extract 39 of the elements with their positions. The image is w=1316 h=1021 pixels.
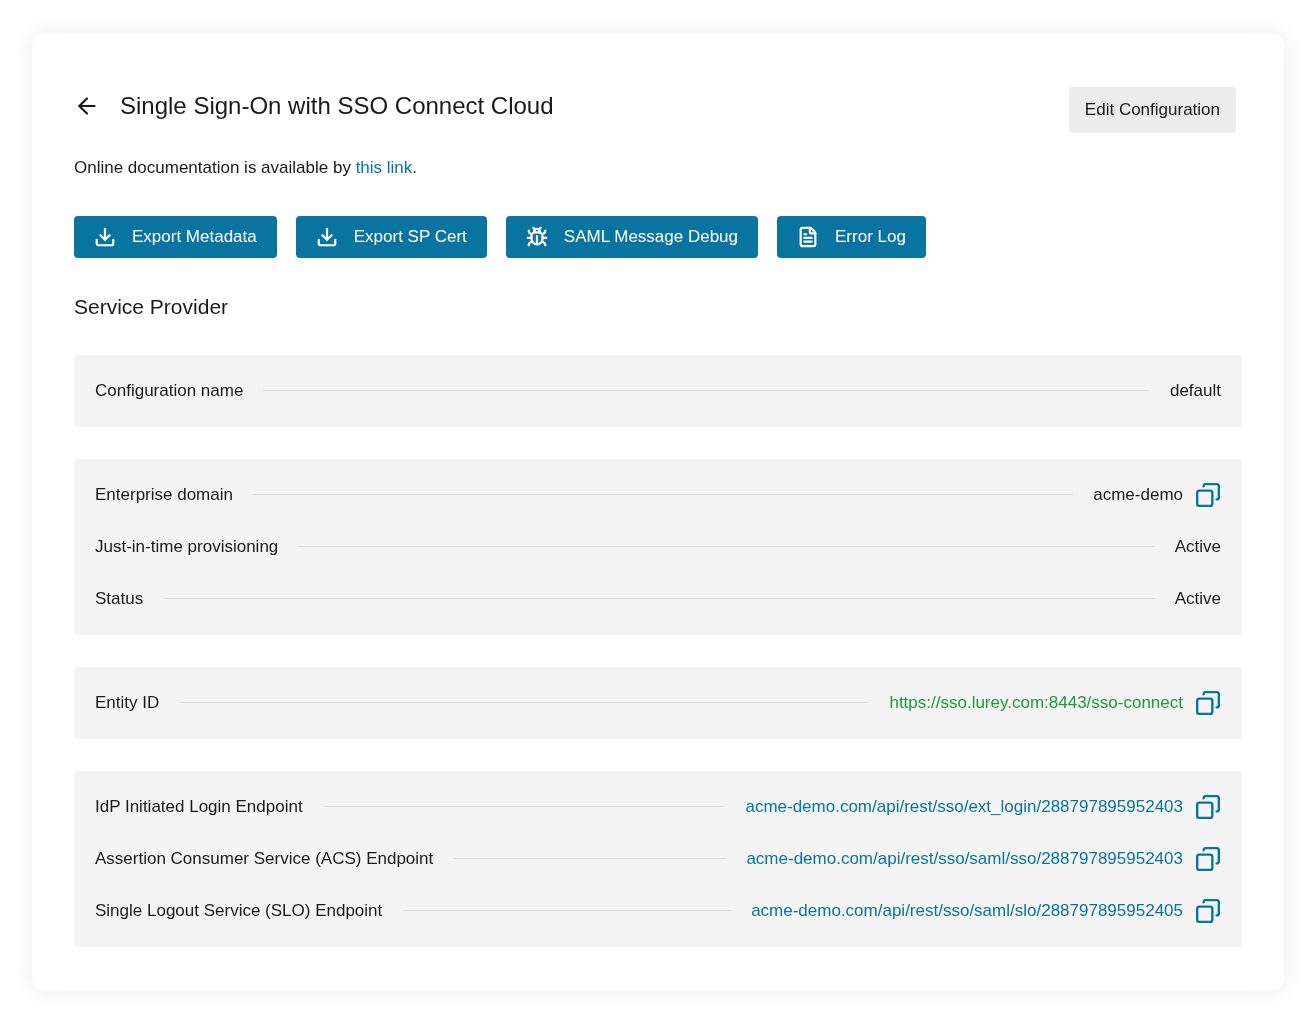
copy-button[interactable] — [1195, 793, 1221, 820]
field-label: Status — [95, 587, 144, 610]
documentation-note: Online documentation is available by this link. — [74, 156, 419, 179]
field-value: Active — [1174, 535, 1221, 558]
field-value: Active — [1174, 587, 1221, 610]
bug-icon — [525, 226, 548, 248]
field-label: Just-in-time provisioning — [95, 535, 279, 558]
copy-icon — [1195, 793, 1221, 820]
field-value: default — [1169, 379, 1221, 402]
copy-button[interactable] — [1195, 481, 1221, 508]
documentation-link[interactable]: this link — [355, 157, 413, 177]
action-button[interactable]: SAML Message Debug — [505, 216, 758, 258]
section-title: Service Provider — [74, 294, 230, 320]
copy-icon — [1195, 897, 1221, 924]
download-icon — [94, 226, 116, 248]
url-link[interactable]: https://sso.lurey.com:8443/sso-connect — [889, 689, 1183, 716]
field-label: Single Logout Service (SLO) Endpoint — [95, 899, 383, 922]
copy-icon — [1195, 481, 1221, 508]
copy-button[interactable] — [1195, 845, 1221, 872]
field-label: Entity ID — [95, 691, 160, 714]
copy-icon — [1195, 845, 1221, 872]
action-button[interactable]: Export SP Cert — [295, 216, 487, 258]
action-button[interactable]: Export Metadata — [74, 216, 277, 258]
field-label: Assertion Consumer Service (ACS) Endpoint — [95, 847, 434, 870]
field-label: IdP Initiated Login Endpoint — [95, 795, 303, 818]
copy-icon — [1195, 689, 1221, 716]
field-value: acme-demo — [1093, 483, 1183, 506]
url-link[interactable]: acme-demo.com/api/rest/sso/saml/slo/288797895952405 — [751, 897, 1183, 924]
document-icon — [797, 226, 819, 248]
copy-button[interactable] — [1195, 689, 1221, 716]
field-label: Configuration name — [95, 379, 244, 402]
copy-button[interactable] — [1195, 897, 1221, 924]
download-icon — [315, 226, 338, 248]
action-button[interactable]: Error Log — [777, 216, 926, 258]
field-label: Enterprise domain — [95, 483, 233, 506]
url-link[interactable]: acme-demo.com/api/rest/sso/ext_login/288797895952403 — [745, 793, 1183, 820]
url-link[interactable]: acme-demo.com/api/rest/sso/saml/sso/288797895952403 — [746, 845, 1183, 872]
edit-configuration-button[interactable]: Edit Configuration — [1068, 87, 1236, 133]
page-title: Single Sign-On with SSO Connect Cloud — [120, 91, 554, 121]
